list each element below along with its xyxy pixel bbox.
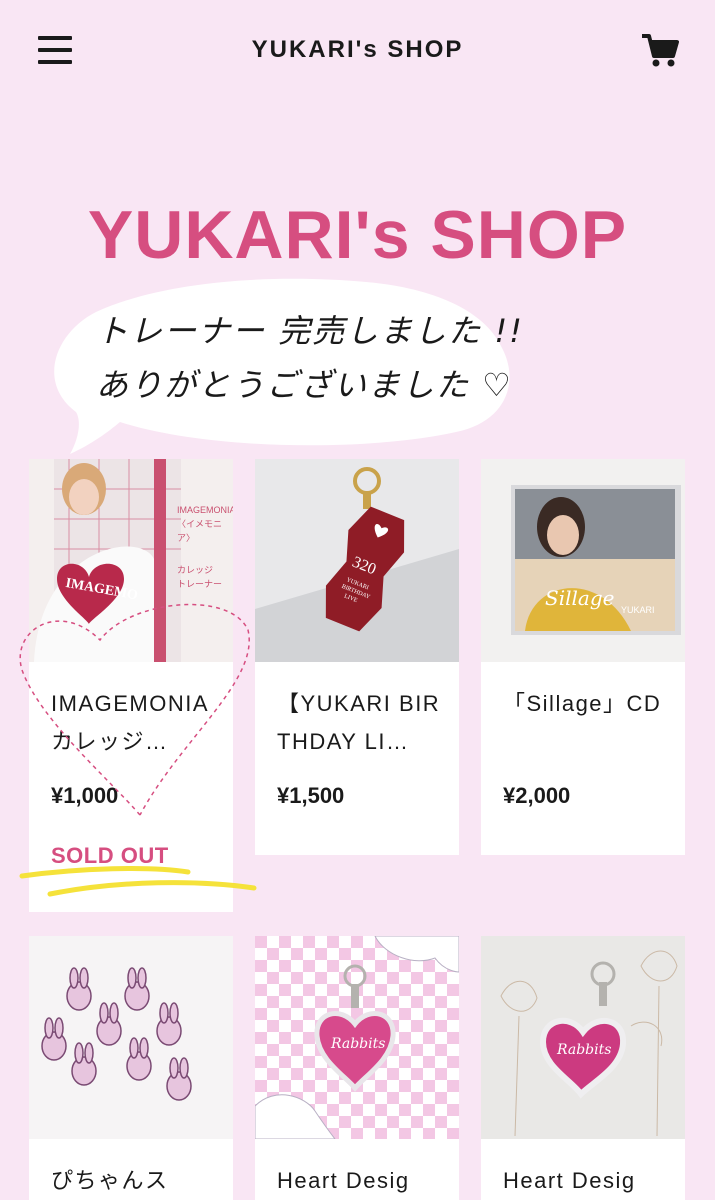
image-text-2: 〈イメモニア〉 bbox=[177, 519, 223, 543]
product-name-1[interactable]: IMAGEMONIA カレッジ… bbox=[51, 685, 215, 761]
product-image-1[interactable]: IMAGEMO IMAGEMONIA 〈イメモニア〉 カレッジ トレーナー bbox=[29, 459, 233, 662]
header: YUKARI's SHOP bbox=[0, 0, 715, 100]
image-text-3: カレッジ bbox=[177, 565, 214, 575]
product-image-2[interactable]: 320 YUKARI BIRTHDAY LIVE bbox=[255, 459, 459, 662]
cd-artist: YUKARI bbox=[621, 605, 655, 615]
product-card-6[interactable]: Rabbits Heart Desig bbox=[481, 936, 685, 1200]
product-image-3[interactable]: Sillage YUKARI bbox=[481, 459, 685, 662]
keychain-label-2: Rabbits bbox=[556, 1042, 611, 1058]
cd-title: Sillage bbox=[545, 586, 614, 610]
product-card-3[interactable]: Sillage YUKARI 「Sillage」CD ¥2,000 bbox=[481, 459, 685, 855]
product-card-1[interactable]: IMAGEMO IMAGEMONIA 〈イメモニア〉 カレッジ トレーナー IM… bbox=[29, 459, 233, 912]
product-name-5[interactable]: Heart Desig bbox=[277, 1162, 441, 1200]
product-price-1: ¥1,000 bbox=[51, 783, 119, 808]
product-image-6[interactable]: Rabbits bbox=[481, 936, 685, 1139]
product-image-4[interactable] bbox=[29, 936, 233, 1139]
product-price-2: ¥1,500 bbox=[277, 783, 345, 808]
image-text-1: IMAGEMONIA bbox=[177, 505, 233, 515]
shopping-cart-icon[interactable] bbox=[640, 32, 680, 68]
product-name-3[interactable]: 「Sillage」CD bbox=[503, 685, 667, 723]
product-name-6[interactable]: Heart Desig bbox=[503, 1162, 667, 1200]
sold-out-badge: SOLD OUT bbox=[51, 843, 169, 868]
hero-title: YUKARI's SHOP bbox=[87, 197, 628, 273]
product-name-2[interactable]: 【YUKARI BIRTHDAY LI… bbox=[277, 685, 441, 761]
keychain-label-1: Rabbits bbox=[330, 1036, 385, 1052]
product-card-4[interactable]: ぴちゃんス bbox=[29, 936, 233, 1200]
image-text-4: トレーナー bbox=[177, 579, 223, 589]
bubble-text-line2: ありがとうございました ♡ bbox=[96, 366, 513, 404]
header-title[interactable]: YUKARI's SHOP bbox=[0, 36, 715, 64]
page: YUKARI's SHOP YUKARI's SHOP トレーナー 完売しました… bbox=[0, 0, 715, 1200]
product-image-5[interactable]: Rabbits bbox=[255, 936, 459, 1139]
product-card-2[interactable]: 320 YUKARI BIRTHDAY LIVE 【YUKARI BIRTHDA… bbox=[255, 459, 459, 855]
product-price-3: ¥2,000 bbox=[503, 783, 571, 808]
product-card-5[interactable]: Rabbits Heart Desig bbox=[255, 936, 459, 1200]
product-name-4[interactable]: ぴちゃんス bbox=[51, 1162, 215, 1200]
bubble-text-line1: トレーナー 完売しました !! bbox=[96, 312, 525, 350]
